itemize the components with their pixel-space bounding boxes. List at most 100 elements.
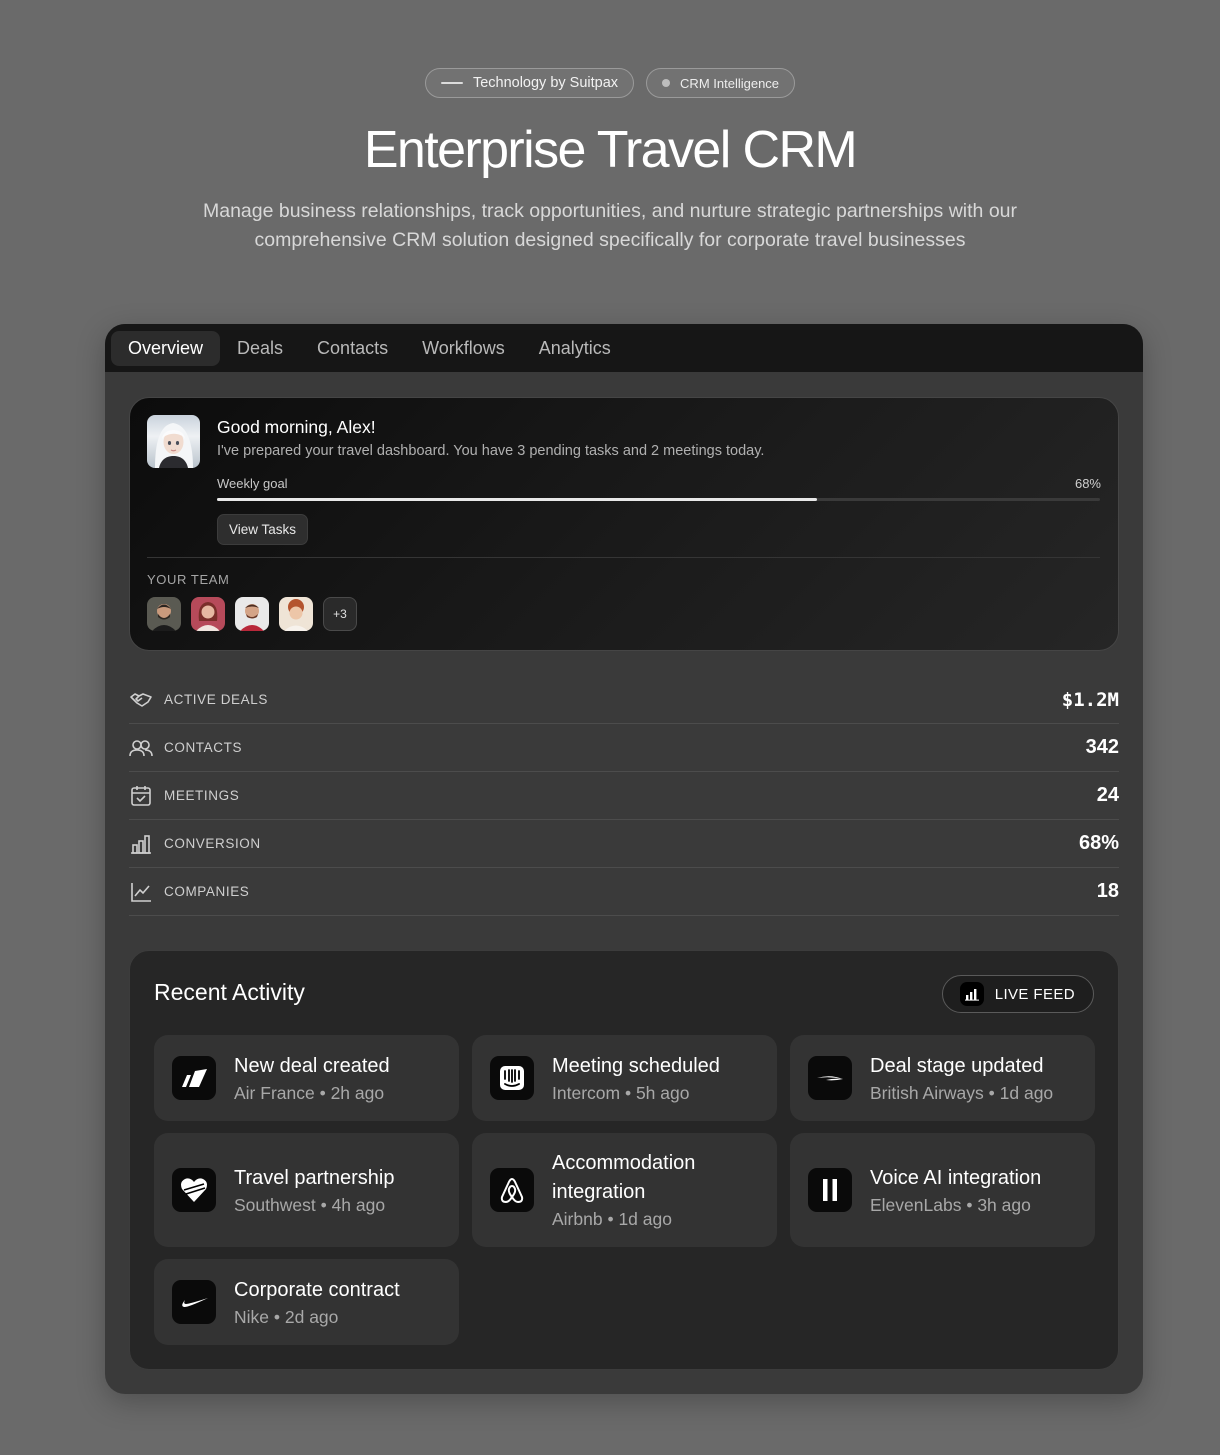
team-more-count[interactable]: +3 xyxy=(323,597,357,631)
air-france-logo-icon xyxy=(172,1056,216,1100)
stat-row-meetings: MEETINGS 24 xyxy=(129,772,1119,820)
page-title: Enterprise Travel CRM xyxy=(363,121,858,179)
stat-value: 18 xyxy=(1096,880,1119,902)
stat-row-companies: COMPANIES 18 xyxy=(129,868,1119,916)
activity-title: Accommodation integration xyxy=(552,1152,696,1203)
users-icon xyxy=(129,736,153,760)
stat-row-active-deals: ACTIVE DEALS $1.2M xyxy=(129,676,1119,724)
activity-company: British Airways xyxy=(870,1082,984,1103)
stat-value: $1.2M xyxy=(1061,688,1119,711)
weekly-goal-label: Weekly goal xyxy=(217,476,288,491)
stat-label: MEETINGS xyxy=(164,788,240,803)
tab-overview[interactable]: Overview xyxy=(111,330,221,366)
team-divider xyxy=(147,557,1100,558)
tab-contacts[interactable]: Contacts xyxy=(300,331,405,366)
team-avatars: +3 xyxy=(147,597,357,631)
stats-list: ACTIVE DEALS $1.2M CONTACTS 342 MEETINGS… xyxy=(129,676,1119,916)
weekly-goal-progress-bar xyxy=(217,498,1100,501)
bar-chart-icon xyxy=(129,832,153,856)
activity-card[interactable]: Travel partnership Southwest • 4h ago xyxy=(154,1133,459,1247)
stat-label: COMPANIES xyxy=(164,884,250,899)
tab-analytics[interactable]: Analytics xyxy=(522,331,628,366)
activity-meta: Nike • 2d ago xyxy=(234,1306,339,1327)
activity-title: Voice AI integration xyxy=(870,1166,1042,1189)
activity-card[interactable]: Voice AI integration ElevenLabs • 3h ago xyxy=(790,1133,1095,1247)
activity-time: 5h ago xyxy=(635,1082,690,1103)
intercom-logo-icon xyxy=(490,1056,534,1100)
live-feed-label: LIVE FEED xyxy=(994,985,1075,1003)
activity-meta: ElevenLabs • 3h ago xyxy=(870,1194,1031,1215)
page-subtitle: Manage business relationships, track opp… xyxy=(202,200,1018,251)
tab-workflows[interactable]: Workflows xyxy=(405,331,522,366)
activity-title: Corporate contract xyxy=(234,1278,400,1301)
stat-label: CONVERSION xyxy=(164,836,261,851)
activity-meta: Southwest • 4h ago xyxy=(234,1194,386,1215)
stat-value: 68% xyxy=(1078,832,1119,854)
activity-company: Southwest xyxy=(234,1194,316,1215)
team-member-avatar[interactable] xyxy=(191,597,225,631)
handshake-icon xyxy=(129,688,153,712)
live-feed-button[interactable]: LIVE FEED xyxy=(941,975,1094,1013)
activity-card[interactable]: Accommodation integration Airbnb • 1d ag… xyxy=(472,1133,777,1247)
team-member-avatar[interactable] xyxy=(235,597,269,631)
activity-time: 1d ago xyxy=(999,1082,1054,1103)
activity-time: 2h ago xyxy=(330,1082,385,1103)
activity-grid: New deal created Air France • 2h ago Mee… xyxy=(154,1035,1095,1345)
status-dot-icon xyxy=(662,79,671,87)
southwest-logo-icon xyxy=(172,1168,216,1212)
activity-card[interactable]: Corporate contract Nike • 2d ago xyxy=(154,1259,459,1345)
weekly-goal-progress-fill xyxy=(217,498,818,501)
tab-deals[interactable]: Deals xyxy=(220,331,300,366)
recent-activity-panel: Recent Activity LIVE FEED New deal creat… xyxy=(129,950,1119,1370)
view-tasks-button[interactable]: View Tasks xyxy=(217,514,309,545)
crm-badge-label: CRM Intelligence xyxy=(680,75,780,91)
activity-title: New deal created xyxy=(234,1054,390,1077)
stat-value: 342 xyxy=(1085,736,1119,758)
greeting-message: I've prepared your travel dashboard. You… xyxy=(217,443,765,459)
line-chart-icon xyxy=(129,880,153,904)
activity-time: 3h ago xyxy=(977,1194,1031,1215)
stat-value: 24 xyxy=(1096,784,1119,806)
header-badges: Technology by Suitpax CRM Intelligence xyxy=(0,68,1220,98)
calendar-check-icon xyxy=(129,784,153,808)
activity-title: Deal stage updated xyxy=(870,1054,1044,1077)
stat-row-contacts: CONTACTS 342 xyxy=(129,724,1119,772)
tab-bar: Overview Deals Contacts Workflows Analyt… xyxy=(105,324,1143,372)
activity-time: 4h ago xyxy=(331,1194,386,1215)
team-member-avatar[interactable] xyxy=(147,597,181,631)
weekly-goal-percent: 68% xyxy=(1074,476,1101,491)
crm-intelligence-badge[interactable]: CRM Intelligence xyxy=(646,68,796,98)
activity-title: Travel partnership xyxy=(234,1166,395,1189)
greeting-text: Good morning, Alex! xyxy=(217,417,376,437)
stat-row-conversion: CONVERSION 68% xyxy=(129,820,1119,868)
team-label: YOUR TEAM xyxy=(147,572,230,587)
activity-company: Air France xyxy=(234,1082,315,1103)
activity-company: Nike xyxy=(234,1306,270,1327)
activity-card[interactable]: New deal created Air France • 2h ago xyxy=(154,1035,459,1121)
stat-label: CONTACTS xyxy=(164,740,243,755)
activity-card[interactable]: Meeting scheduled Intercom • 5h ago xyxy=(472,1035,777,1121)
welcome-card: Good morning, Alex! I've prepared your t… xyxy=(129,397,1119,651)
assistant-avatar xyxy=(147,415,200,468)
activity-company: ElevenLabs xyxy=(870,1194,962,1215)
activity-time: 2d ago xyxy=(284,1306,339,1327)
suitpax-logo-icon xyxy=(440,82,463,84)
stat-label: ACTIVE DEALS xyxy=(164,692,268,707)
activity-meta: British Airways • 1d ago xyxy=(870,1082,1054,1103)
nike-logo-icon xyxy=(172,1280,216,1324)
activity-meta: Intercom • 5h ago xyxy=(552,1082,690,1103)
activity-meta: Airbnb • 1d ago xyxy=(552,1209,672,1229)
suitpax-badge-label: Technology by Suitpax xyxy=(472,75,619,91)
activity-meta: Air France • 2h ago xyxy=(234,1082,385,1103)
activity-card[interactable]: Deal stage updated British Airways • 1d … xyxy=(790,1035,1095,1121)
crm-app-window: Overview Deals Contacts Workflows Analyt… xyxy=(105,324,1143,1394)
recent-activity-title: Recent Activity xyxy=(154,979,305,1005)
suitpax-badge[interactable]: Technology by Suitpax xyxy=(424,68,635,98)
activity-title: Meeting scheduled xyxy=(552,1054,720,1077)
activity-time: 1d ago xyxy=(618,1209,672,1229)
elevenlabs-logo-icon xyxy=(808,1168,852,1212)
activity-company: Airbnb xyxy=(552,1209,603,1229)
live-feed-icon xyxy=(959,982,984,1006)
activity-company: Intercom xyxy=(552,1082,621,1103)
team-member-avatar[interactable] xyxy=(279,597,313,631)
